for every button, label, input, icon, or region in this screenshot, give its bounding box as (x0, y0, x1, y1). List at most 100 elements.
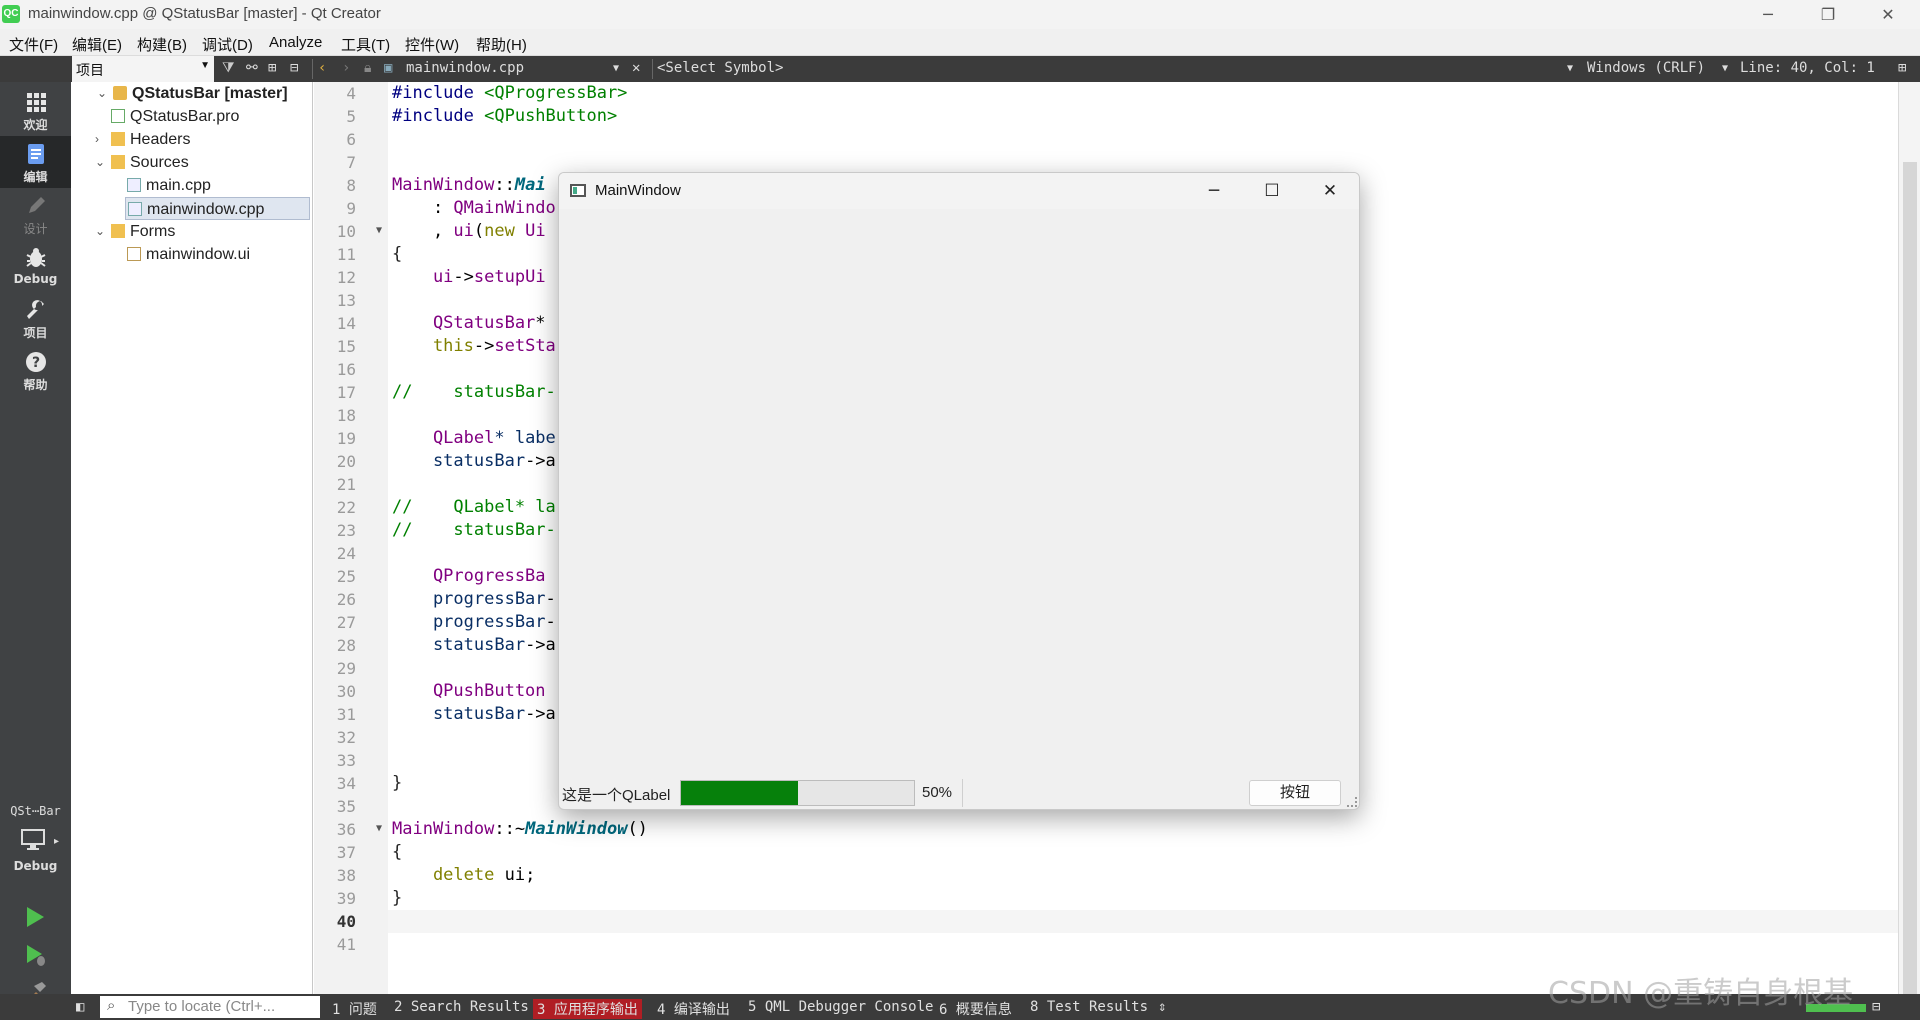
toggle-sidebar-icon[interactable]: ◧ (76, 999, 84, 1015)
pane-search-results[interactable]: 2 Search Results (394, 999, 529, 1015)
line-number: 5 (346, 107, 356, 126)
toggle-output-icon[interactable]: ⊟ (1872, 999, 1880, 1015)
code-token: MainWindow (392, 175, 495, 195)
chevron-down-icon[interactable]: ▼ (613, 63, 619, 74)
restore-button[interactable]: ❐ (1800, 0, 1856, 29)
cpp-file-icon (128, 202, 142, 216)
line-number: 7 (346, 153, 356, 172)
cpp-file-icon (127, 178, 141, 192)
resize-grip-icon[interactable] (1347, 797, 1357, 807)
debug-run-icon[interactable] (22, 942, 48, 968)
menu-debug[interactable]: 调试(D) (202, 34, 253, 55)
code-token: this (392, 336, 474, 356)
run-icon[interactable] (22, 904, 48, 930)
mode-edit[interactable]: 编辑 (0, 136, 71, 188)
cpp-file-icon: ▣ (384, 60, 393, 76)
code-line: #include <QPushButton> (392, 105, 617, 128)
mode-design[interactable]: 设计 (0, 188, 71, 240)
code-token: QStatusBar (392, 313, 536, 333)
menu-edit[interactable]: 编辑(E) (72, 34, 122, 55)
code-line: QPushButton (392, 681, 546, 701)
kit-selector[interactable]: ▸ Debug (0, 824, 71, 880)
split-editor-icon[interactable]: ⊞ (1898, 60, 1906, 76)
minimize-button[interactable]: ─ (1740, 0, 1796, 29)
mode-welcome[interactable]: 欢迎 (0, 84, 71, 136)
app-minimize-button[interactable]: ─ (1185, 173, 1243, 209)
line-number: 10 (336, 222, 356, 241)
code-token: QMainWindo (453, 198, 556, 218)
code-token: ui (453, 221, 474, 241)
scrollbar-thumb[interactable] (1903, 162, 1917, 994)
fold-marker-icon[interactable]: ▼ (376, 823, 382, 834)
menu-help[interactable]: 帮助(H) (476, 34, 527, 55)
pane-application-output[interactable]: 3 应用程序输出 (533, 999, 642, 1019)
code-line: QStatusBar* (392, 312, 546, 335)
tree-item-headers[interactable]: › Headers (95, 128, 190, 151)
tree-item-project[interactable]: ⌄ QStatusBar [master] (97, 82, 288, 105)
tree-item-sources[interactable]: ⌄ Sources (95, 151, 189, 174)
line-number: 19 (336, 429, 356, 448)
toolbar-divider (652, 59, 653, 79)
cursor-position[interactable]: Line: 40, Col: 1 (1740, 60, 1875, 76)
pane-test-results[interactable]: 8 Test Results (1030, 999, 1148, 1015)
mode-projects[interactable]: 项目 (0, 292, 71, 344)
menu-build[interactable]: 构建(B) (137, 34, 187, 55)
code-token: ->a (525, 704, 556, 724)
chevron-down-icon[interactable]: ⌄ (95, 151, 105, 174)
menu-widgets[interactable]: 控件(W) (405, 34, 459, 55)
forward-arrow-icon[interactable]: › (342, 60, 350, 76)
chevron-right-icon[interactable]: › (95, 128, 99, 151)
editor-scrollbar[interactable] (1898, 82, 1920, 994)
editor-toolbar: 项目 ▼ ⧩ ⚯ ⊞ ⊟ ‹ › 🔒︎ ▣ mainwindow.cpp ▼ ✕… (0, 56, 1920, 82)
close-button[interactable]: ✕ (1860, 0, 1916, 29)
menu-tools[interactable]: 工具(T) (341, 34, 390, 55)
symbol-combo[interactable]: <Select Symbol> (657, 60, 783, 76)
code-token: progressBar (392, 589, 546, 609)
code-line: } (392, 888, 403, 908)
split-icon[interactable]: ⊞ (268, 60, 276, 76)
menu-analyze[interactable]: Analyze (269, 34, 322, 51)
link-icon[interactable]: ⚯ (246, 60, 258, 76)
pane-qml-debugger-console[interactable]: 5 QML Debugger Console (748, 999, 933, 1015)
tree-item-main-cpp[interactable]: main.cpp (127, 174, 211, 197)
project-view-combo[interactable]: 项目 ▼ (72, 56, 214, 82)
tree-item-mainwindow-ui[interactable]: mainwindow.ui (127, 243, 250, 266)
back-arrow-icon[interactable]: ‹ (318, 60, 326, 76)
mode-help[interactable]: ? 帮助 (0, 344, 71, 396)
tree-item-pro-file[interactable]: QStatusBar.pro (111, 105, 239, 128)
pane-issues[interactable]: 1 问题 (332, 999, 377, 1019)
code-line: { (392, 842, 403, 862)
chevron-down-icon[interactable]: ▼ (1567, 63, 1573, 74)
mode-label: 设计 (23, 222, 48, 236)
menu-file[interactable]: 文件(F) (9, 34, 58, 55)
chevron-down-icon[interactable]: ⌄ (95, 220, 105, 243)
code-token: progressBar (392, 612, 546, 632)
code-line-comment: // statusBar- (392, 382, 556, 402)
line-ending-combo[interactable]: Windows (CRLF) (1587, 60, 1705, 76)
filter-icon[interactable]: ⧩ (222, 60, 235, 76)
app-maximize-button[interactable]: ☐ (1243, 173, 1301, 209)
line-number: 13 (336, 291, 356, 310)
fold-marker-icon[interactable]: ▼ (376, 225, 382, 236)
tree-item-forms[interactable]: ⌄ Forms (95, 220, 175, 243)
code-token: : (392, 198, 454, 218)
pane-general-messages[interactable]: 6 概要信息 (939, 999, 1012, 1019)
locator-input[interactable]: ⌕ Type to locate (Ctrl+... (100, 996, 320, 1018)
open-file-combo[interactable]: mainwindow.cpp (406, 60, 524, 76)
status-push-button[interactable]: 按钮 (1249, 780, 1341, 806)
line-number: 32 (336, 728, 356, 747)
close-document-icon[interactable]: ✕ (632, 60, 640, 76)
app-close-button[interactable]: ✕ (1301, 173, 1359, 209)
line-number: 6 (346, 130, 356, 149)
mode-debug[interactable]: Debug (0, 240, 71, 292)
pane-compile-output[interactable]: 4 编译输出 (657, 999, 730, 1019)
folder-icon (111, 132, 125, 146)
code-line: progressBar- (392, 588, 556, 611)
code-token: - (545, 612, 556, 632)
chevron-down-icon[interactable]: ⌄ (97, 82, 107, 105)
line-number: 36 (336, 820, 356, 839)
tree-item-mainwindow-cpp[interactable]: mainwindow.cpp (125, 197, 310, 220)
chevron-down-icon[interactable]: ▼ (1722, 63, 1728, 74)
more-panes-icon[interactable]: ⇕ (1158, 999, 1166, 1015)
close-pane-icon[interactable]: ⊟ (290, 60, 298, 76)
